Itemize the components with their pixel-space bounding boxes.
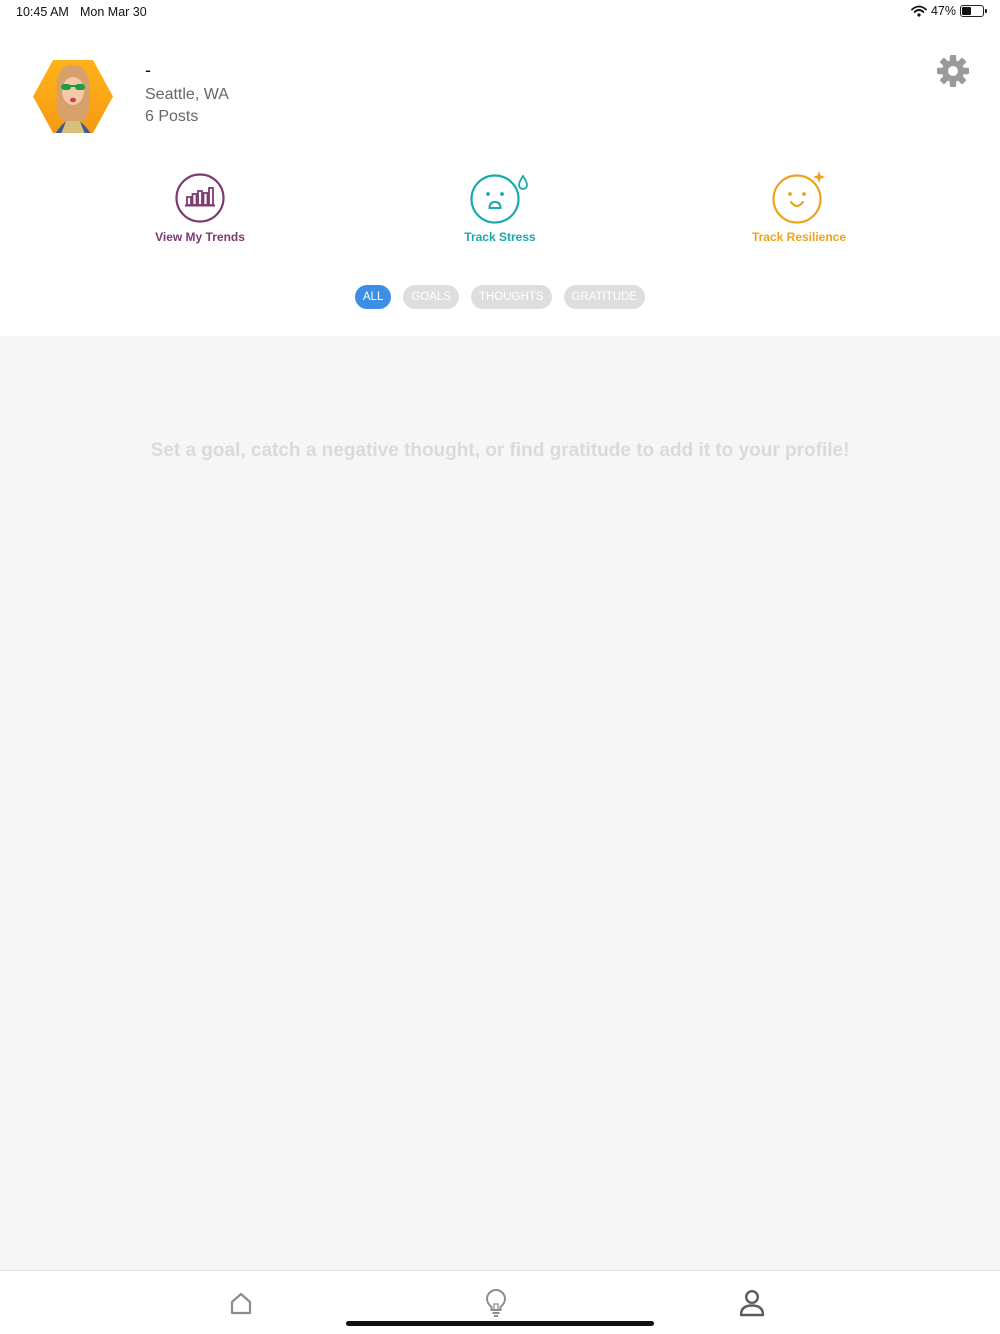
sparkle-face-icon <box>772 171 825 224</box>
status-indicators: 47% <box>911 4 987 18</box>
status-time: 10:45 AM <box>16 5 69 19</box>
empty-state-message: Set a goal, catch a negative thought, or… <box>150 440 850 461</box>
profile-name: - <box>145 60 151 80</box>
track-stress-button[interactable]: Track Stress <box>400 170 600 244</box>
filter-thoughts[interactable]: THOUGHTS <box>470 285 552 309</box>
filter-all[interactable]: ALL <box>354 285 392 309</box>
posts-feed[interactable]: Set a goal, catch a negative thought, or… <box>0 336 1000 1270</box>
profile-screen: 10:45 AM Mon Mar 30 47% - Seattle, WA 6 … <box>0 0 1000 1334</box>
profile-location: Seattle, WA <box>145 86 229 103</box>
bar-chart-icon <box>175 173 225 223</box>
battery-icon <box>960 5 987 17</box>
home-indicator <box>346 1321 654 1326</box>
filter-gratitude[interactable]: GRATITUDE <box>563 285 646 309</box>
view-trends-button[interactable]: View My Trends <box>100 170 300 244</box>
gear-icon[interactable] <box>936 54 970 88</box>
status-date: Mon Mar 30 <box>80 5 147 19</box>
filter-goals[interactable]: GOALS <box>403 285 459 309</box>
track-stress-label: Track Stress <box>464 230 536 244</box>
wifi-icon <box>911 5 927 17</box>
avatar[interactable] <box>33 59 113 134</box>
status-bar: 10:45 AM Mon Mar 30 47% <box>0 0 1000 24</box>
person-icon[interactable] <box>736 1287 768 1319</box>
home-icon[interactable] <box>225 1287 257 1319</box>
view-trends-label: View My Trends <box>155 230 245 244</box>
profile-post-count: 6 Posts <box>145 108 199 125</box>
track-resilience-label: Track Resilience <box>751 230 847 244</box>
stressed-face-icon <box>470 174 528 224</box>
filter-bar: ALL GOALS THOUGHTS GRATITUDE <box>0 285 1000 309</box>
battery-percent: 47% <box>930 4 956 18</box>
track-resilience-button[interactable]: Track Resilience <box>699 170 899 244</box>
lightbulb-icon[interactable] <box>480 1287 512 1319</box>
